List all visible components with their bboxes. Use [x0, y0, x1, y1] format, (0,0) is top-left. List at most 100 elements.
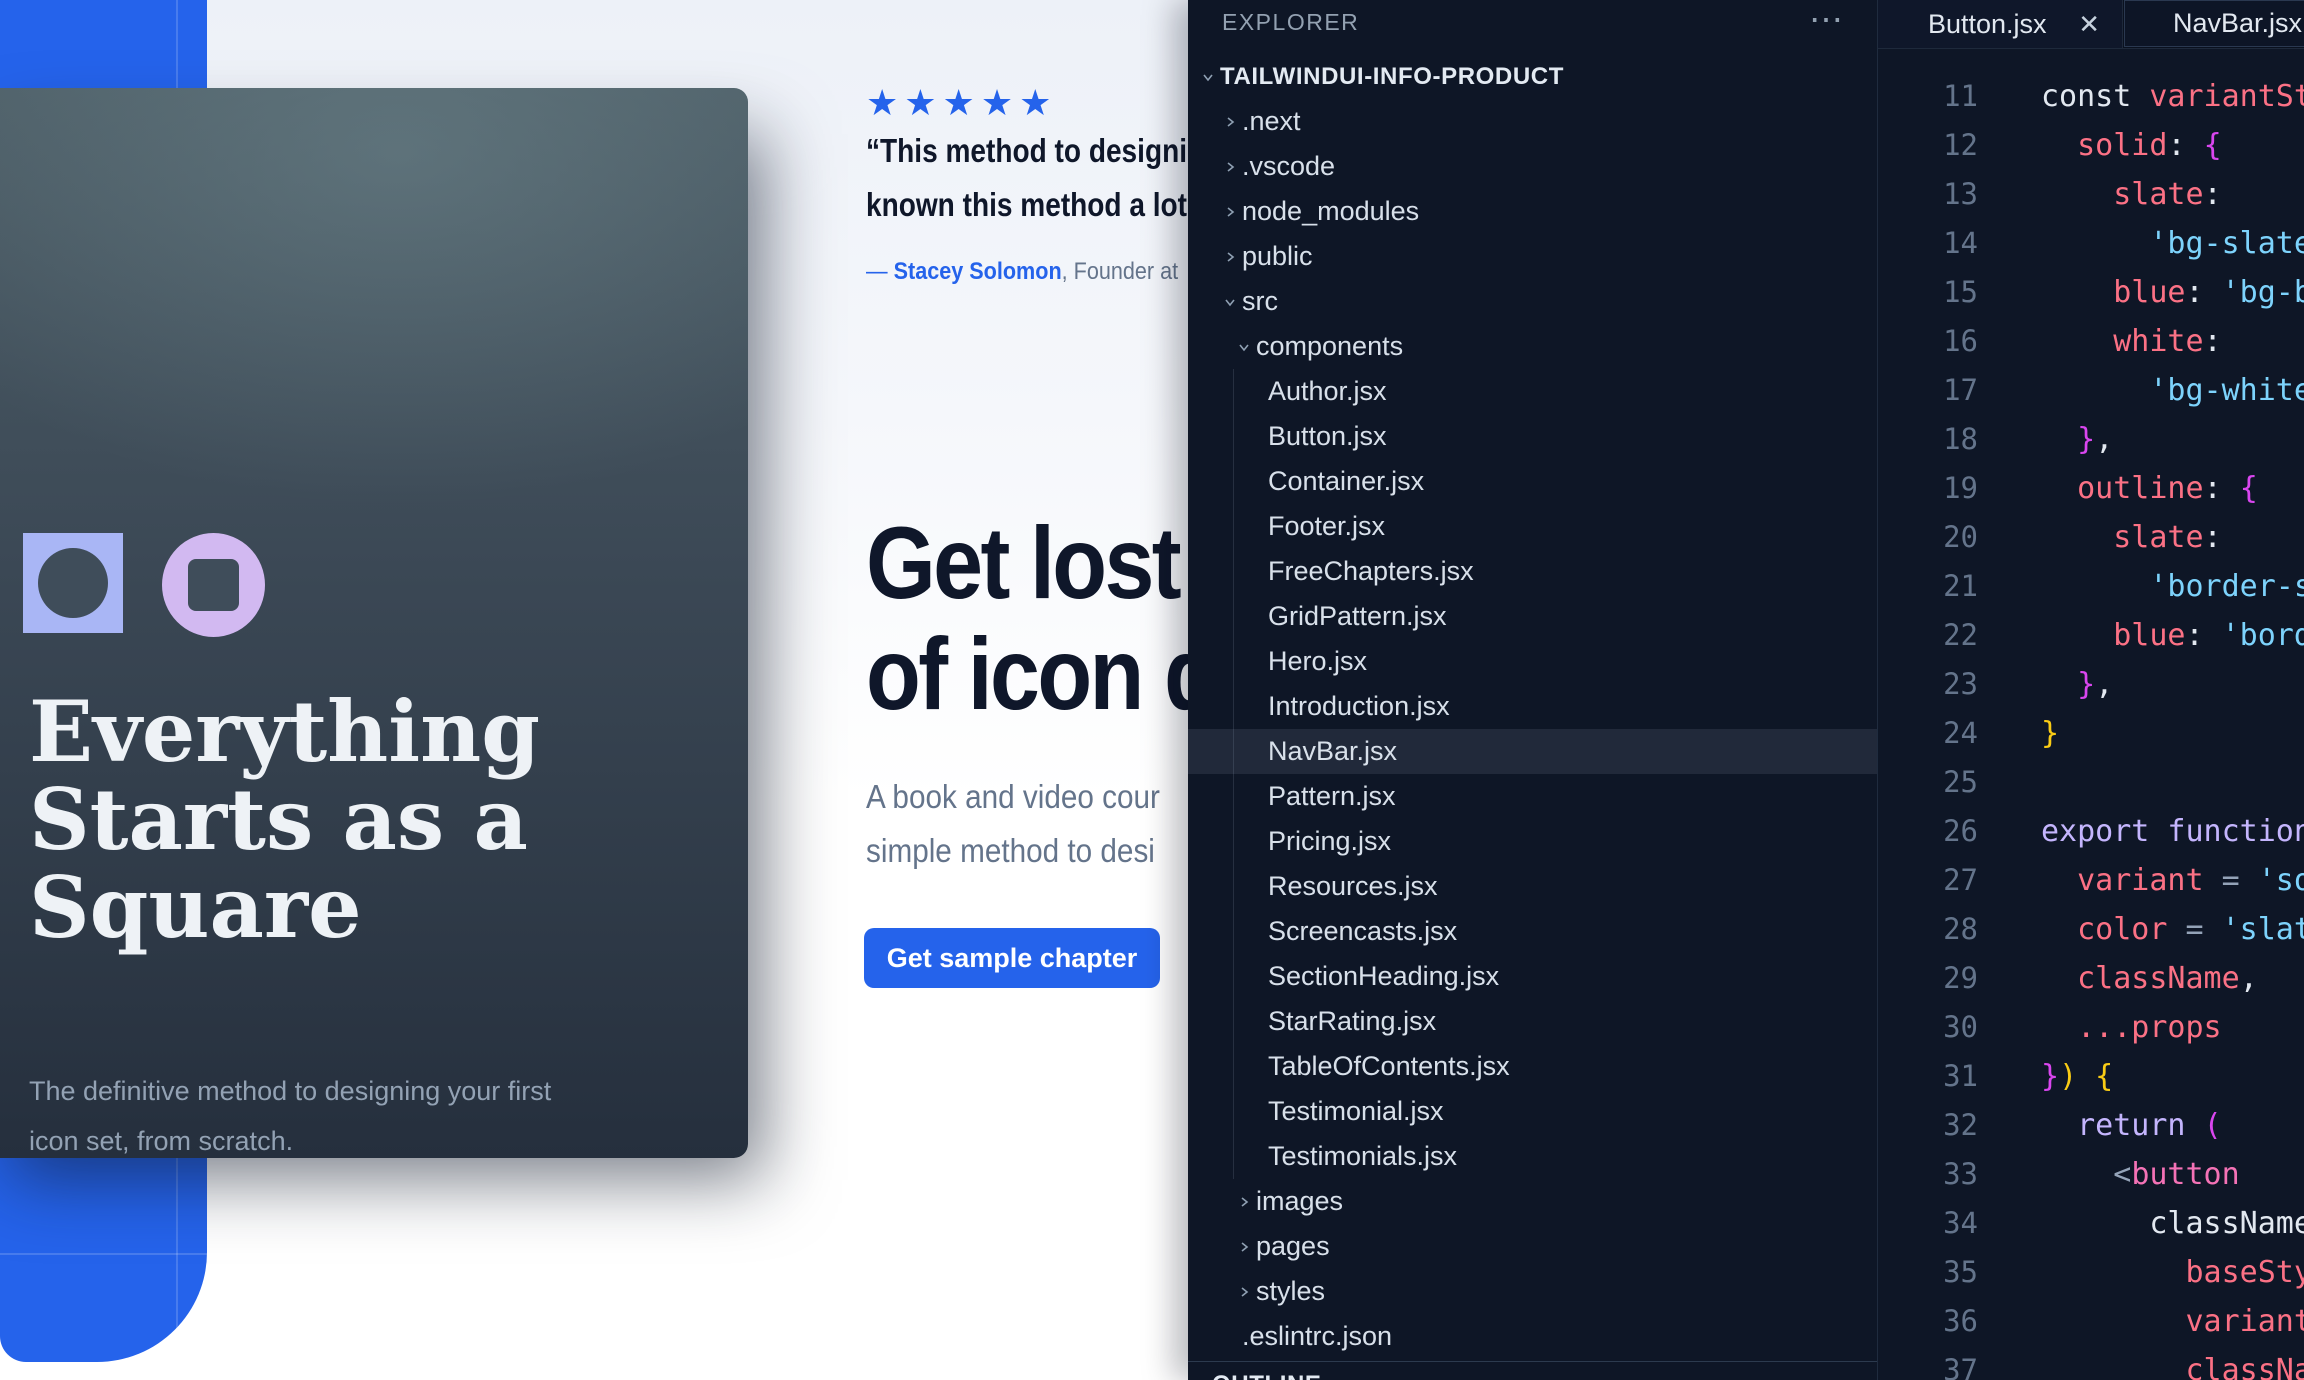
file-item-author-jsx[interactable]: Author.jsx [1188, 369, 1877, 414]
chevron-right-icon[interactable] [1232, 1235, 1256, 1259]
tree-item-label: .eslintrc.json [1242, 1321, 1392, 1352]
chevron-right-icon[interactable] [1218, 200, 1242, 224]
code-line: 11const variantStyles = { [1878, 72, 2304, 121]
line-number: 22 [1878, 611, 1978, 660]
file-item-gridpattern-jsx[interactable]: GridPattern.jsx [1188, 594, 1877, 639]
code-token: } [2041, 1059, 2059, 1094]
code-token: , [2240, 961, 2258, 996]
code-token: { [2204, 128, 2222, 163]
code-token: className= [2041, 1206, 2304, 1241]
folder-item-pages[interactable]: pages [1188, 1224, 1877, 1269]
chevron-right-icon[interactable] [1218, 245, 1242, 269]
file-indent-spacer [1218, 1325, 1242, 1349]
file-item-screencasts-jsx[interactable]: Screencasts.jsx [1188, 909, 1877, 954]
code-token: variantSt [2041, 1304, 2304, 1339]
tree-item-label: components [1256, 331, 1403, 362]
code-token: blue [2041, 618, 2186, 653]
folder-item--next[interactable]: .next [1188, 99, 1877, 144]
tree-item-label: Introduction.jsx [1268, 691, 1450, 722]
file-item-introduction-jsx[interactable]: Introduction.jsx [1188, 684, 1877, 729]
outline-section[interactable]: OUTLINE [1188, 1361, 1877, 1380]
line-number: 35 [1878, 1248, 1978, 1297]
chevron-down-icon[interactable] [1232, 335, 1256, 359]
folder-item--vscode[interactable]: .vscode [1188, 144, 1877, 189]
code-token: } [2041, 422, 2095, 457]
file-item-hero-jsx[interactable]: Hero.jsx [1188, 639, 1877, 684]
square-shape-icon [23, 533, 123, 633]
code-line: 24} [1878, 709, 2304, 758]
tree-item-label: .next [1242, 106, 1301, 137]
code-line: 25 [1878, 758, 2304, 807]
book-title-line: Square [29, 864, 540, 952]
code-line: 17 'bg-white h [1878, 366, 2304, 415]
code-text: baseStyle [2041, 1248, 2304, 1297]
book-cover: Everything Starts as a Square The defini… [0, 88, 748, 1158]
file-item-container-jsx[interactable]: Container.jsx [1188, 459, 1877, 504]
folder-item-components[interactable]: components [1188, 324, 1877, 369]
code-text: ...props [2041, 1003, 2222, 1052]
file-item-pricing-jsx[interactable]: Pricing.jsx [1188, 819, 1877, 864]
chevron-right-icon[interactable] [1218, 110, 1242, 134]
file-item-pattern-jsx[interactable]: Pattern.jsx [1188, 774, 1877, 819]
tab-button-jsx[interactable]: Button.jsx ✕ [1878, 0, 2123, 48]
chevron-right-icon[interactable] [1232, 1280, 1256, 1304]
folder-item-src[interactable]: src [1188, 279, 1877, 324]
code-token: } [2041, 716, 2059, 751]
folder-item-styles[interactable]: styles [1188, 1269, 1877, 1314]
line-number: 33 [1878, 1150, 1978, 1199]
file-item-resources-jsx[interactable]: Resources.jsx [1188, 864, 1877, 909]
file-item-tableofcontents-jsx[interactable]: TableOfContents.jsx [1188, 1044, 1877, 1089]
file-item-button-jsx[interactable]: Button.jsx [1188, 414, 1877, 459]
file-indent-spacer [1244, 1100, 1268, 1124]
close-icon[interactable]: ✕ [2078, 9, 2122, 40]
file-item-freechapters-jsx[interactable]: FreeChapters.jsx [1188, 549, 1877, 594]
code-token: blue [2041, 275, 2186, 310]
line-number: 31 [1878, 1052, 1978, 1101]
more-actions-icon[interactable]: ⋯ [1809, 0, 1843, 40]
get-sample-chapter-button[interactable]: Get sample chapter [864, 928, 1160, 988]
tree-item-label: NavBar.jsx [1268, 736, 1397, 767]
file-indent-spacer [1244, 1055, 1268, 1079]
line-number: 26 [1878, 807, 1978, 856]
file-item-testimonial-jsx[interactable]: Testimonial.jsx [1188, 1089, 1877, 1134]
tree-item-label: styles [1256, 1276, 1325, 1307]
file-indent-spacer [1244, 965, 1268, 989]
folder-item-public[interactable]: public [1188, 234, 1877, 279]
line-number: 28 [1878, 905, 1978, 954]
code-text: blue: 'bg-blue-6 [2041, 268, 2304, 317]
folder-item-node-modules[interactable]: node_modules [1188, 189, 1877, 234]
line-number: 12 [1878, 121, 1978, 170]
code-token: export function [2041, 814, 2304, 849]
file-indent-spacer [1244, 830, 1268, 854]
code-token: baseStyle [2041, 1255, 2304, 1290]
chevron-down-icon[interactable] [1218, 290, 1242, 314]
code-text: } [2041, 709, 2059, 758]
file-item--eslintrc-json[interactable]: .eslintrc.json [1188, 1314, 1877, 1359]
chevron-right-icon[interactable] [1218, 155, 1242, 179]
file-item-navbar-jsx[interactable]: NavBar.jsx [1188, 729, 1877, 774]
code-token: : [2204, 324, 2222, 359]
tree-item-label: TableOfContents.jsx [1268, 1051, 1510, 1082]
tab-navbar-jsx[interactable]: NavBar.jsx [2124, 0, 2304, 47]
testimonial-author: Stacey Solomon [894, 258, 1062, 285]
file-indent-spacer [1244, 740, 1268, 764]
book-subtitle: The definitive method to designing your … [29, 1066, 551, 1166]
code-line: 18 }, [1878, 415, 2304, 464]
code-line: 29 className, [1878, 954, 2304, 1003]
line-number: 20 [1878, 513, 1978, 562]
folder-item-images[interactable]: images [1188, 1179, 1877, 1224]
folder-item-tailwindui-info-product[interactable]: TAILWINDUI-INFO-PRODUCT [1188, 54, 1877, 99]
website-preview: Everything Starts as a Square The defini… [0, 0, 1188, 1380]
file-item-testimonials-jsx[interactable]: Testimonials.jsx [1188, 1134, 1877, 1179]
code-token: : [2204, 471, 2240, 506]
code-line: 33 <button [1878, 1150, 2304, 1199]
chevron-right-icon[interactable] [1232, 1190, 1256, 1214]
line-number: 23 [1878, 660, 1978, 709]
file-item-starrating-jsx[interactable]: StarRating.jsx [1188, 999, 1877, 1044]
code-editor[interactable]: 11const variantStyles = {12 solid: {13 s… [1878, 48, 2304, 1380]
code-text: }, [2041, 660, 2113, 709]
file-item-footer-jsx[interactable]: Footer.jsx [1188, 504, 1877, 549]
chevron-down-icon[interactable] [1196, 65, 1220, 89]
code-token: variant [2041, 863, 2204, 898]
file-item-sectionheading-jsx[interactable]: SectionHeading.jsx [1188, 954, 1877, 999]
